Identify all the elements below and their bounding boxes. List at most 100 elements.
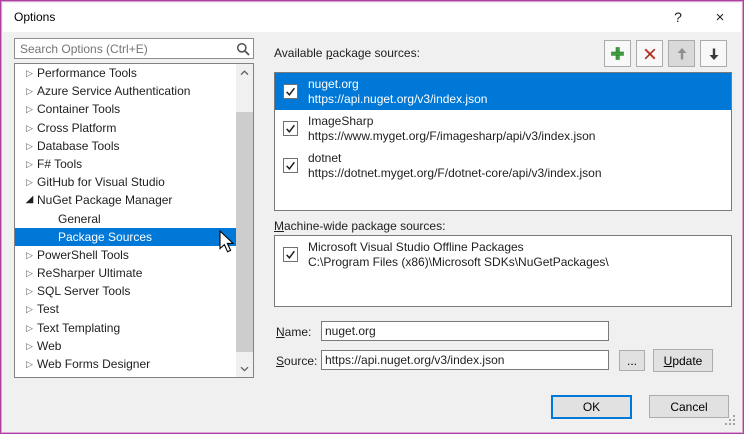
source-checkbox[interactable] xyxy=(283,158,298,173)
arrow-down-icon xyxy=(707,47,721,61)
tree-item-cross-platform[interactable]: ▷Cross Platform xyxy=(15,119,236,137)
tree-item-text-templating[interactable]: ▷Text Templating xyxy=(15,319,236,337)
tree-item-label: Container Tools xyxy=(37,100,120,118)
tree-item-web[interactable]: ▷Web xyxy=(15,337,236,355)
available-sources-list: nuget.orghttps://api.nuget.org/v3/index.… xyxy=(274,72,732,211)
add-source-button[interactable] xyxy=(604,40,631,67)
tree-item-label: Web Forms Designer xyxy=(37,355,150,373)
scroll-down-icon[interactable] xyxy=(236,360,253,377)
arrow-up-icon xyxy=(675,47,689,61)
package-source-imagesharp[interactable]: ImageSharphttps://www.myget.org/F/images… xyxy=(275,110,731,147)
package-source-dotnet[interactable]: dotnethttps://dotnet.myget.org/F/dotnet-… xyxy=(275,147,731,184)
tree-item-sql-server-tools[interactable]: ▷SQL Server Tools xyxy=(15,282,236,300)
tree-item-f-tools[interactable]: ▷F# Tools xyxy=(15,155,236,173)
collapsed-arrow-icon[interactable]: ▷ xyxy=(22,155,37,173)
remove-source-button[interactable] xyxy=(636,40,663,67)
tree-item-container-tools[interactable]: ▷Container Tools xyxy=(15,100,236,118)
plus-icon xyxy=(610,46,625,61)
source-url: https://www.myget.org/F/imagesharp/api/v… xyxy=(308,129,595,144)
source-url: C:\Program Files (x86)\Microsoft SDKs\Nu… xyxy=(308,255,609,270)
source-url: https://dotnet.myget.org/F/dotnet-core/a… xyxy=(308,166,602,181)
titlebar[interactable]: Options ? × xyxy=(3,3,741,32)
collapsed-arrow-icon[interactable]: ▷ xyxy=(22,373,37,378)
checkmark-icon xyxy=(285,160,296,171)
collapsed-arrow-icon[interactable]: ▷ xyxy=(22,173,37,191)
tree-item-label: Cross Platform xyxy=(37,119,116,137)
tree-item-database-tools[interactable]: ▷Database Tools xyxy=(15,137,236,155)
tree-item-github-for-visual-studio[interactable]: ▷GitHub for Visual Studio xyxy=(15,173,236,191)
search-input[interactable] xyxy=(15,39,238,58)
checkmark-icon xyxy=(285,249,296,260)
tree-item-azure-service-authentication[interactable]: ▷Azure Service Authentication xyxy=(15,82,236,100)
tree-item-label: ReSharper Ultimate xyxy=(37,264,142,282)
move-down-button[interactable] xyxy=(700,40,727,67)
collapsed-arrow-icon[interactable]: ▷ xyxy=(22,282,37,300)
expanded-arrow-icon[interactable]: ◢ xyxy=(22,191,37,209)
tree-item-label: Web xyxy=(37,337,61,355)
package-source-nuget-org[interactable]: nuget.orghttps://api.nuget.org/v3/index.… xyxy=(275,73,731,110)
tree-item-package-sources[interactable]: Package Sources xyxy=(15,228,236,246)
checkmark-icon xyxy=(285,123,296,134)
tree-item-web-performance-test-tools[interactable]: ▷Web Performance Test Tools xyxy=(15,373,236,378)
collapsed-arrow-icon[interactable]: ▷ xyxy=(22,100,37,118)
collapsed-arrow-icon[interactable]: ▷ xyxy=(22,82,37,100)
tree-item-label: SQL Server Tools xyxy=(37,282,130,300)
collapsed-arrow-icon[interactable]: ▷ xyxy=(22,319,37,337)
source-checkbox[interactable] xyxy=(283,84,298,99)
tree-item-label: NuGet Package Manager xyxy=(37,191,172,209)
source-label: Source: xyxy=(276,354,317,368)
scrollbar-thumb[interactable] xyxy=(236,112,253,352)
source-checkbox[interactable] xyxy=(283,247,298,262)
tree-item-label: Web Performance Test Tools xyxy=(37,373,190,378)
tree-item-nuget-package-manager[interactable]: ◢NuGet Package Manager xyxy=(15,191,236,209)
tree-item-powershell-tools[interactable]: ▷PowerShell Tools xyxy=(15,246,236,264)
tree-item-label: Package Sources xyxy=(58,228,152,246)
source-name: dotnet xyxy=(308,151,602,166)
tree-item-resharper-ultimate[interactable]: ▷ReSharper Ultimate xyxy=(15,264,236,282)
source-name: ImageSharp xyxy=(308,114,595,129)
remove-x-icon xyxy=(643,47,657,61)
tree-item-test[interactable]: ▷Test xyxy=(15,300,236,318)
move-up-button[interactable] xyxy=(668,40,695,67)
source-checkbox[interactable] xyxy=(283,121,298,136)
source-field[interactable] xyxy=(321,350,609,370)
browse-button[interactable]: ... xyxy=(619,350,645,371)
search-box xyxy=(14,38,254,59)
collapsed-arrow-icon[interactable]: ▷ xyxy=(22,264,37,282)
collapsed-arrow-icon[interactable]: ▷ xyxy=(22,355,37,373)
collapsed-arrow-icon[interactable]: ▷ xyxy=(22,337,37,355)
collapsed-arrow-icon[interactable]: ▷ xyxy=(22,300,37,318)
resize-grip[interactable] xyxy=(723,413,736,431)
tree-item-performance-tools[interactable]: ▷Performance Tools xyxy=(15,64,236,82)
tree-item-label: Azure Service Authentication xyxy=(37,82,190,100)
checkmark-icon xyxy=(285,86,296,97)
tree-item-web-forms-designer[interactable]: ▷Web Forms Designer xyxy=(15,355,236,373)
update-button[interactable]: Update xyxy=(653,349,713,372)
tree-scrollbar[interactable] xyxy=(236,64,253,377)
ok-button[interactable]: OK xyxy=(551,395,632,419)
tree-item-label: F# Tools xyxy=(37,155,82,173)
scroll-up-icon[interactable] xyxy=(236,64,253,81)
tree-item-label: Test xyxy=(37,300,59,318)
close-button[interactable]: × xyxy=(701,3,739,32)
tree-item-label: General xyxy=(58,210,101,228)
package-source-microsoft-visual-studio-offline-packages[interactable]: Microsoft Visual Studio Offline Packages… xyxy=(275,236,731,273)
collapsed-arrow-icon[interactable]: ▷ xyxy=(22,246,37,264)
name-field[interactable] xyxy=(321,321,609,341)
collapsed-arrow-icon[interactable]: ▷ xyxy=(22,137,37,155)
collapsed-arrow-icon[interactable]: ▷ xyxy=(22,64,37,82)
tree-item-general[interactable]: General xyxy=(15,210,236,228)
available-sources-label: Available package sources: xyxy=(274,46,420,60)
cancel-button[interactable]: Cancel xyxy=(649,395,729,418)
search-icon[interactable] xyxy=(236,42,250,56)
options-tree: ▷Performance Tools▷Azure Service Authent… xyxy=(14,63,254,378)
name-label: Name: xyxy=(276,325,311,339)
help-button[interactable]: ? xyxy=(659,3,697,32)
tree-item-label: GitHub for Visual Studio xyxy=(37,173,165,191)
source-name: Microsoft Visual Studio Offline Packages xyxy=(308,240,609,255)
dialog-title: Options xyxy=(14,3,55,32)
collapsed-arrow-icon[interactable]: ▷ xyxy=(22,119,37,137)
machine-wide-sources-list: Microsoft Visual Studio Offline Packages… xyxy=(274,235,732,307)
source-name: nuget.org xyxy=(308,77,487,92)
tree-item-label: Performance Tools xyxy=(37,64,137,82)
